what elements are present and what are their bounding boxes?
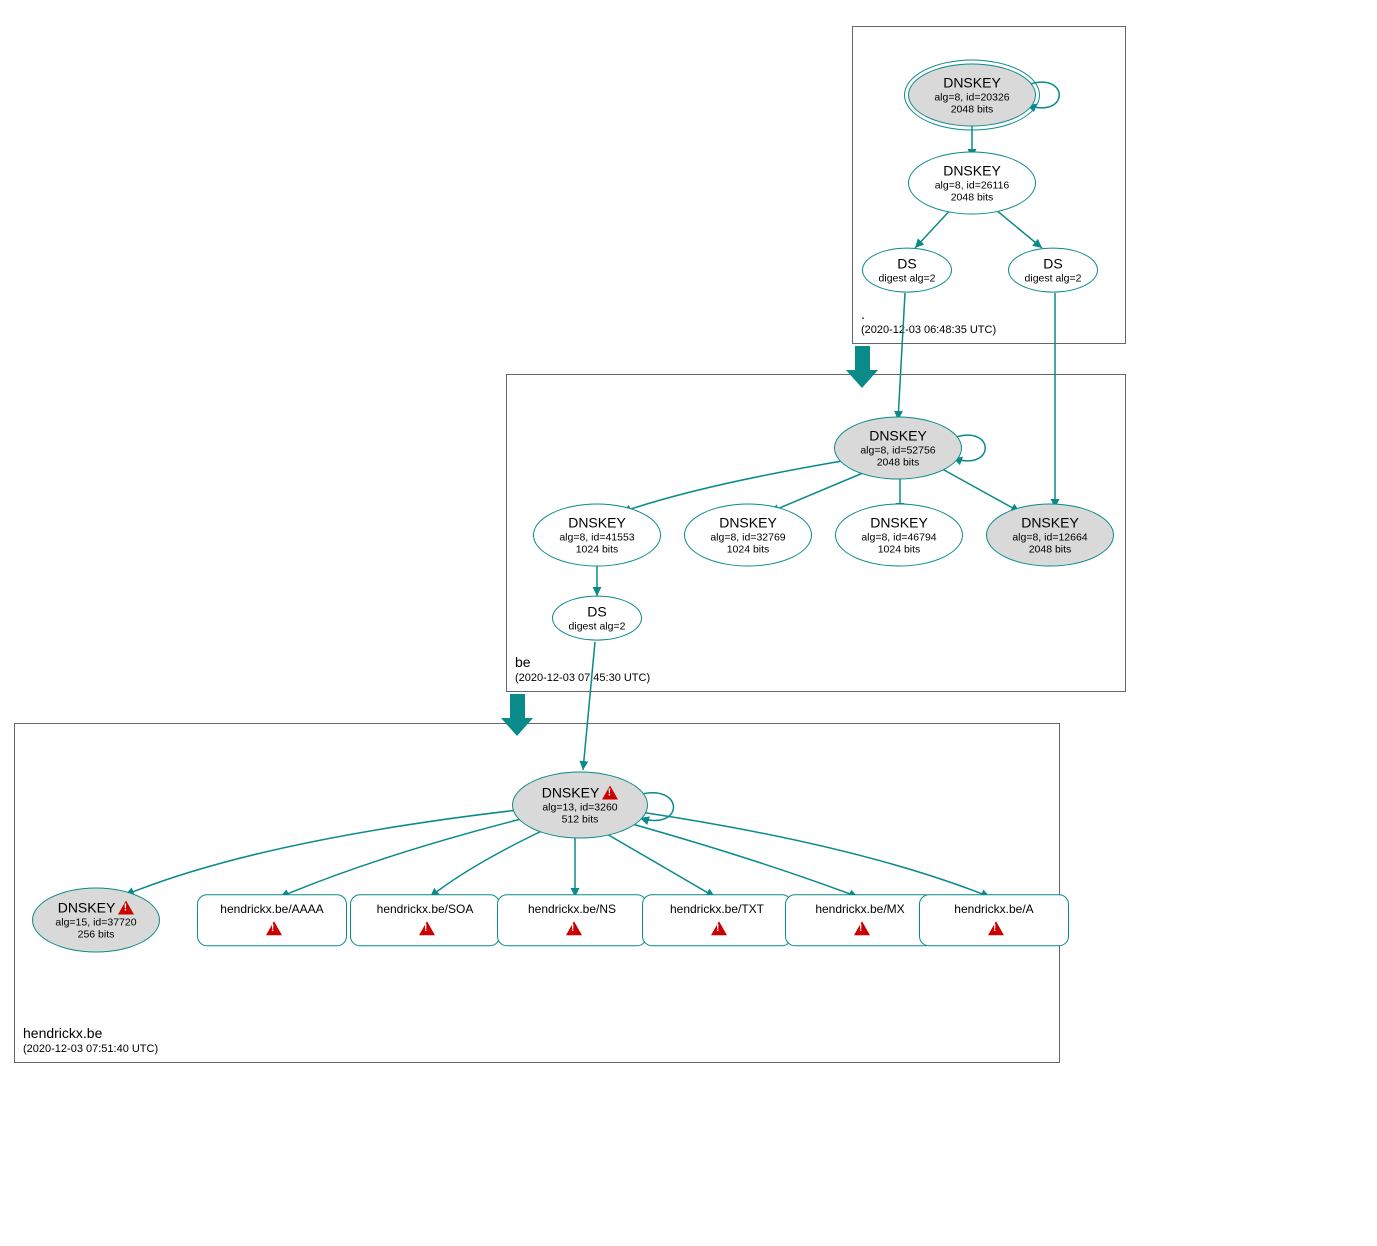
warning-icon: [854, 921, 870, 935]
node-be-zsk2: DNSKEY alg=8, id=32769 1024 bits: [684, 504, 812, 567]
node-leaf-key2: DNSKEY alg=15, id=37720 256 bits: [32, 888, 160, 953]
zone-leaf-name: hendrickx.be: [23, 1024, 158, 1042]
node-be-ksk: DNSKEY alg=8, id=52756 2048 bits: [834, 417, 962, 480]
node-be-zsk3: DNSKEY alg=8, id=46794 1024 bits: [835, 504, 963, 567]
node-be-zsk1: DNSKEY alg=8, id=41553 1024 bits: [533, 504, 661, 567]
node-be-ds: DS digest alg=2: [552, 596, 642, 641]
warning-icon: [602, 786, 618, 800]
warning-icon: [419, 921, 435, 935]
warning-icon: [711, 921, 727, 935]
warning-icon: [988, 921, 1004, 935]
zone-root-name: .: [861, 305, 996, 323]
warning-icon: [266, 921, 282, 935]
zone-leaf: hendrickx.be (2020-12-03 07:51:40 UTC): [14, 723, 1060, 1063]
node-rr-ns: hendrickx.be/NS: [497, 894, 647, 946]
zone-be-ts: (2020-12-03 07:45:30 UTC): [515, 671, 650, 685]
node-root-ds2: DS digest alg=2: [1008, 248, 1098, 293]
node-root-ds1: DS digest alg=2: [862, 248, 952, 293]
node-leaf-ksk: DNSKEY alg=13, id=3260 512 bits: [512, 772, 648, 839]
node-rr-soa: hendrickx.be/SOA: [350, 894, 500, 946]
node-rr-txt: hendrickx.be/TXT: [642, 894, 792, 946]
warning-icon: [566, 921, 582, 935]
zone-be-name: be: [515, 653, 650, 671]
node-be-key4: DNSKEY alg=8, id=12664 2048 bits: [986, 504, 1114, 567]
zone-root-ts: (2020-12-03 06:48:35 UTC): [861, 323, 996, 337]
node-root-ksk: DNSKEY alg=8, id=20326 2048 bits: [908, 64, 1036, 127]
node-root-zsk: DNSKEY alg=8, id=26116 2048 bits: [908, 152, 1036, 215]
node-rr-aaaa: hendrickx.be/AAAA: [197, 894, 347, 946]
zone-leaf-ts: (2020-12-03 07:51:40 UTC): [23, 1042, 158, 1056]
warning-icon: [118, 901, 134, 915]
node-rr-a: hendrickx.be/A: [919, 894, 1069, 946]
node-rr-mx: hendrickx.be/MX: [785, 894, 935, 946]
